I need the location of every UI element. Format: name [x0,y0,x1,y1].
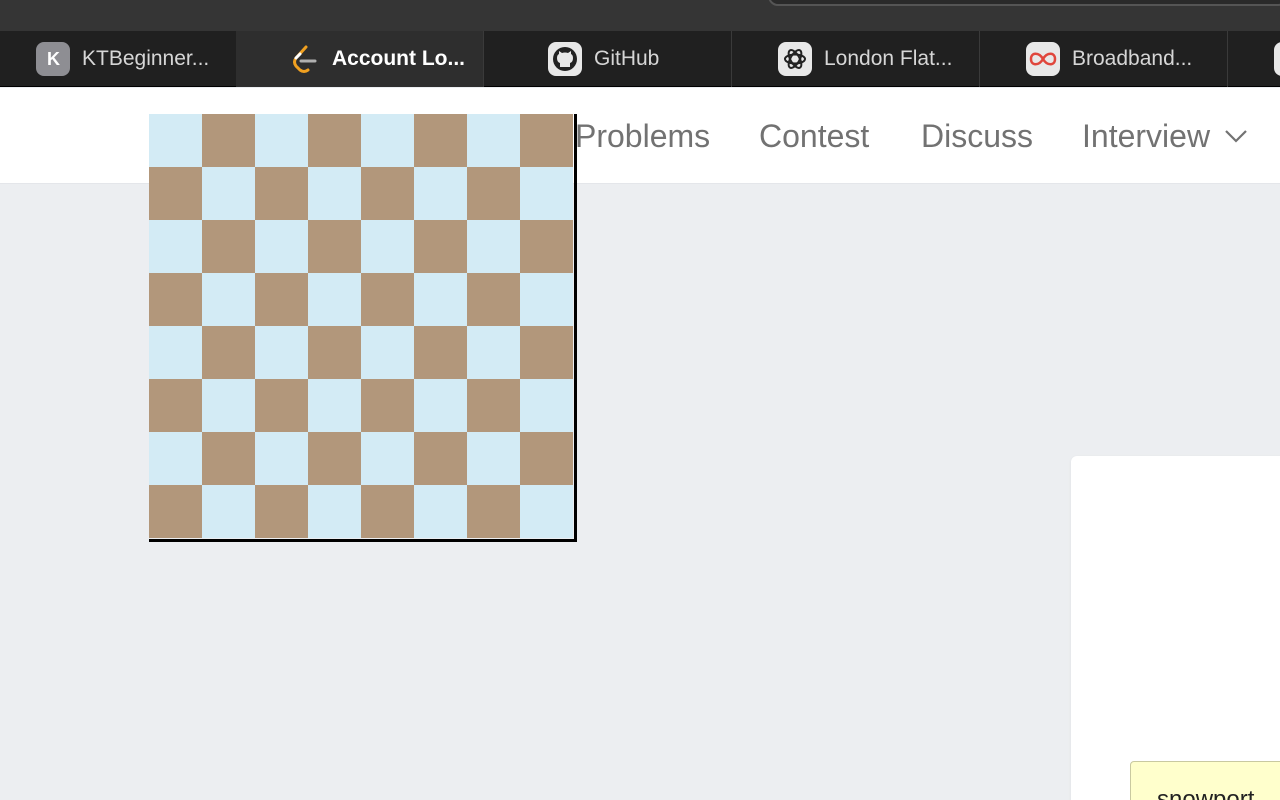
tab-label: KTBeginner... [82,47,210,70]
board-square[interactable] [520,167,573,220]
board-square[interactable] [361,379,414,432]
board-square[interactable] [308,326,361,379]
board-square[interactable] [414,485,467,538]
board-square[interactable] [361,220,414,273]
board-square[interactable] [149,167,202,220]
board-square[interactable] [414,220,467,273]
board-square[interactable] [308,273,361,326]
board-square[interactable] [467,273,520,326]
board-square[interactable] [520,220,573,273]
board-square[interactable] [414,167,467,220]
board-square[interactable] [467,114,520,167]
tab-overflow[interactable] [1228,31,1280,87]
board-square[interactable] [467,379,520,432]
tab-broadband[interactable]: Broadband... [980,31,1228,87]
svg-text:K: K [47,49,60,69]
address-bar[interactable] [768,0,1280,6]
board-square[interactable] [149,379,202,432]
board-square[interactable] [414,273,467,326]
board-square[interactable] [467,167,520,220]
content-card [1071,456,1280,800]
board-square[interactable] [467,220,520,273]
board-square[interactable] [149,273,202,326]
board-square[interactable] [255,167,308,220]
board-square[interactable] [202,432,255,485]
openai-icon [778,42,812,76]
board-square[interactable] [308,114,361,167]
board-square[interactable] [255,379,308,432]
nav-contest[interactable]: Contest [759,88,869,184]
board-square[interactable] [308,432,361,485]
board-square[interactable] [520,114,573,167]
board-square[interactable] [255,326,308,379]
board-square[interactable] [414,326,467,379]
board-square[interactable] [467,326,520,379]
board-square[interactable] [414,432,467,485]
board-square[interactable] [414,114,467,167]
nav-interview[interactable]: Interview [1082,88,1248,184]
tab-account-login[interactable]: Account Lo... [236,31,484,87]
board-square[interactable] [202,326,255,379]
board-square[interactable] [255,273,308,326]
github-icon [548,42,582,76]
board-square[interactable] [414,379,467,432]
board-square[interactable] [308,220,361,273]
board-square[interactable] [361,114,414,167]
board-square[interactable] [361,432,414,485]
board-square[interactable] [202,379,255,432]
nav-problems[interactable]: Problems [575,88,710,184]
board-square[interactable] [520,432,573,485]
browser-titlebar [0,0,1280,31]
tab-github[interactable]: GitHub [484,31,732,87]
partial-tab-icon [1274,42,1280,76]
board-square[interactable] [361,273,414,326]
board-square[interactable] [255,432,308,485]
tab-strip: K KTBeginner... Account Lo... GitHub Lon… [0,31,1280,87]
board-square[interactable] [202,114,255,167]
board-square[interactable] [520,485,573,538]
board-square[interactable] [202,273,255,326]
tab-label: London Flat... [824,47,953,70]
tab-label: Broadband... [1072,47,1193,70]
board-square[interactable] [467,485,520,538]
board-square[interactable] [361,485,414,538]
board-square[interactable] [255,114,308,167]
board-square[interactable] [308,485,361,538]
board-square[interactable] [149,220,202,273]
k-letter-icon: K [36,42,70,76]
chevron-down-icon [1224,129,1248,143]
leetcode-icon [286,42,320,76]
board-square[interactable] [255,485,308,538]
board-square[interactable] [361,326,414,379]
tab-label: Account Lo... [332,47,465,70]
board-square[interactable] [202,167,255,220]
board-square[interactable] [520,326,573,379]
chess-board[interactable] [149,114,577,542]
nav-discuss[interactable]: Discuss [921,88,1033,184]
board-square[interactable] [308,379,361,432]
board-square[interactable] [467,432,520,485]
board-square[interactable] [149,326,202,379]
tab-london-flat[interactable]: London Flat... [732,31,980,87]
sticky-note: snowport [1130,761,1280,800]
board-square[interactable] [520,379,573,432]
board-square[interactable] [255,220,308,273]
board-square[interactable] [520,273,573,326]
nav-interview-label: Interview [1082,117,1211,154]
tab-ktbeginner[interactable]: K KTBeginner... [0,31,248,87]
board-square[interactable] [149,114,202,167]
board-square[interactable] [308,167,361,220]
board-square[interactable] [361,167,414,220]
board-square[interactable] [202,485,255,538]
board-square[interactable] [149,432,202,485]
infinity-icon [1026,42,1060,76]
board-square[interactable] [202,220,255,273]
board-square[interactable] [149,485,202,538]
tab-label: GitHub [594,47,660,70]
